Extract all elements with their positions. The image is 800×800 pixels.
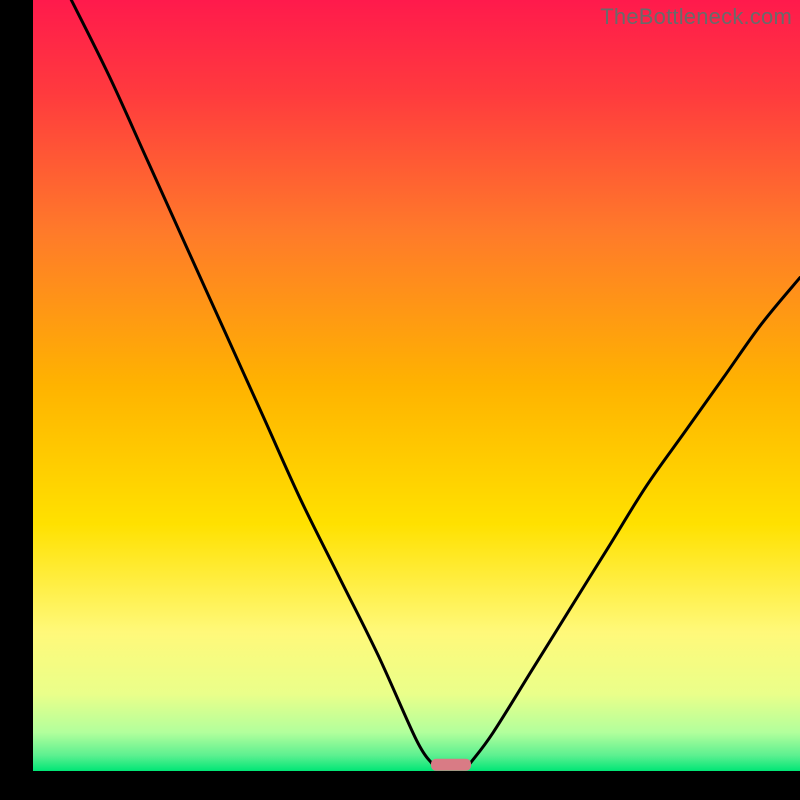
chart-gradient-background	[33, 0, 800, 771]
chart-container: TheBottleneck.com	[0, 0, 800, 800]
watermark-text: TheBottleneck.com	[600, 4, 792, 30]
chart-minimum-marker	[431, 759, 471, 771]
chart-plot-area	[0, 0, 800, 800]
chart-svg	[0, 0, 800, 800]
